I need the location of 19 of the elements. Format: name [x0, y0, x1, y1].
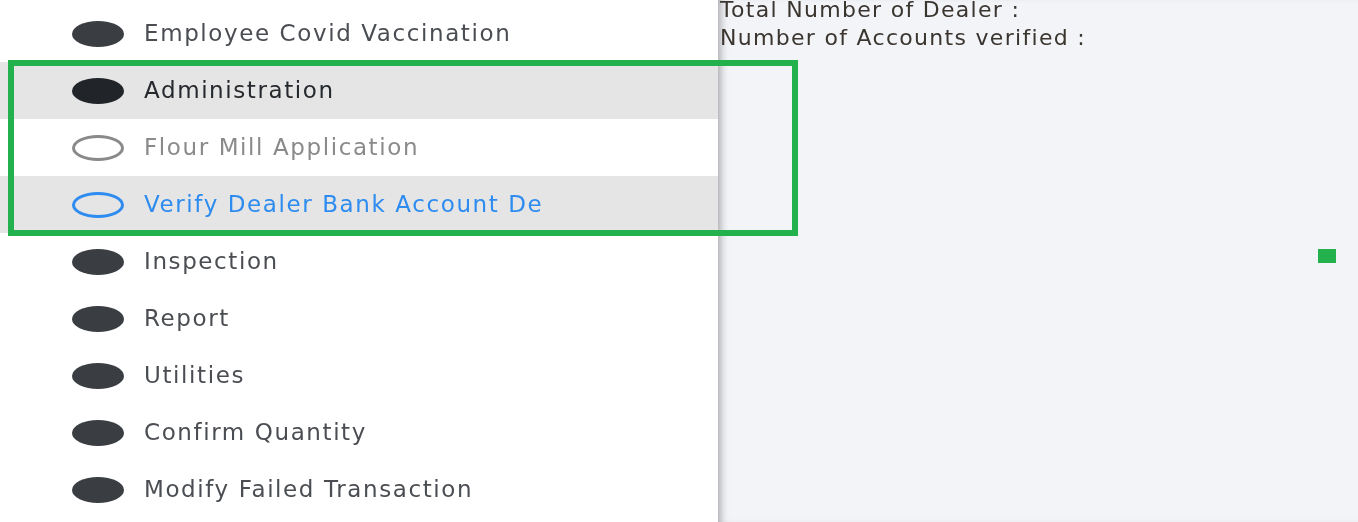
bullet-icon: [72, 305, 124, 332]
bullet-icon: [72, 419, 124, 446]
menu-item[interactable]: Modify Failed Transaction: [0, 461, 718, 518]
field-label: Number of Accounts verified :: [720, 24, 1088, 52]
bullet-icon: [72, 248, 124, 275]
menu-item[interactable]: Administration: [0, 62, 718, 119]
bullet-icon: [72, 77, 124, 104]
menu-item[interactable]: Employee Covid Vaccination: [0, 5, 718, 62]
bullet-icon: [72, 134, 124, 161]
menu-item[interactable]: Report: [0, 290, 718, 347]
menu-item[interactable]: Inspection: [0, 233, 718, 290]
menu-item[interactable]: Utilities: [0, 347, 718, 404]
bullet-icon: [72, 191, 124, 218]
status-square: [1318, 249, 1336, 263]
bullet-icon: [72, 20, 124, 47]
bullet-icon: [72, 362, 124, 389]
field-label: Total Number of Dealer :: [720, 0, 1022, 24]
bullet-icon: [72, 476, 124, 503]
menu-item[interactable]: Confirm Quantity: [0, 404, 718, 461]
